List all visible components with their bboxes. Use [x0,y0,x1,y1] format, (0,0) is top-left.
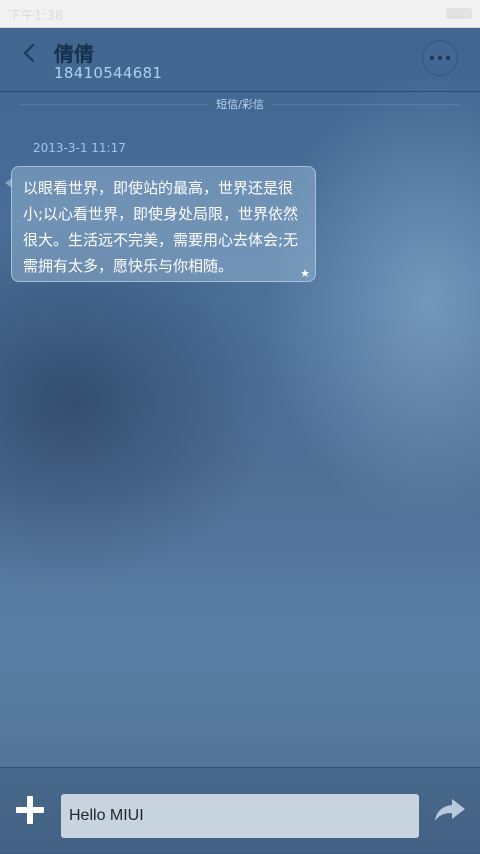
contact-number[interactable]: 18410544681 [54,64,162,82]
status-time: 下午1:38 [8,9,64,24]
more-options-button[interactable] [422,40,458,76]
message-text: 以眼看世界，即使站的最高，世界还是很小;以心看世界，即使身处局限，世界依然很大。… [23,179,299,275]
battery-icon [446,8,472,19]
contact-name: 倩倩 [54,42,94,66]
message-input[interactable] [61,794,419,838]
more-dots-icon [428,56,452,60]
back-button[interactable] [16,39,44,67]
send-arrow-icon [435,799,465,821]
sms-mms-divider: 短信/彩信 [0,96,480,112]
star-icon: ★ [300,267,310,280]
add-attachment-button[interactable] [16,796,44,824]
incoming-message-bubble[interactable]: 以眼看世界，即使站的最高，世界还是很小;以心看世界，即使身处局限，世界依然很大。… [11,166,316,282]
header-divider [0,91,480,92]
send-button[interactable] [434,796,466,824]
conversation-header: 倩倩 18410544681 [0,27,480,91]
composer-bar [0,767,480,854]
back-arrow-icon [23,43,35,63]
status-bar: 下午1:38 [0,0,480,28]
message-timestamp: 2013-3-1 11:17 [33,141,126,155]
